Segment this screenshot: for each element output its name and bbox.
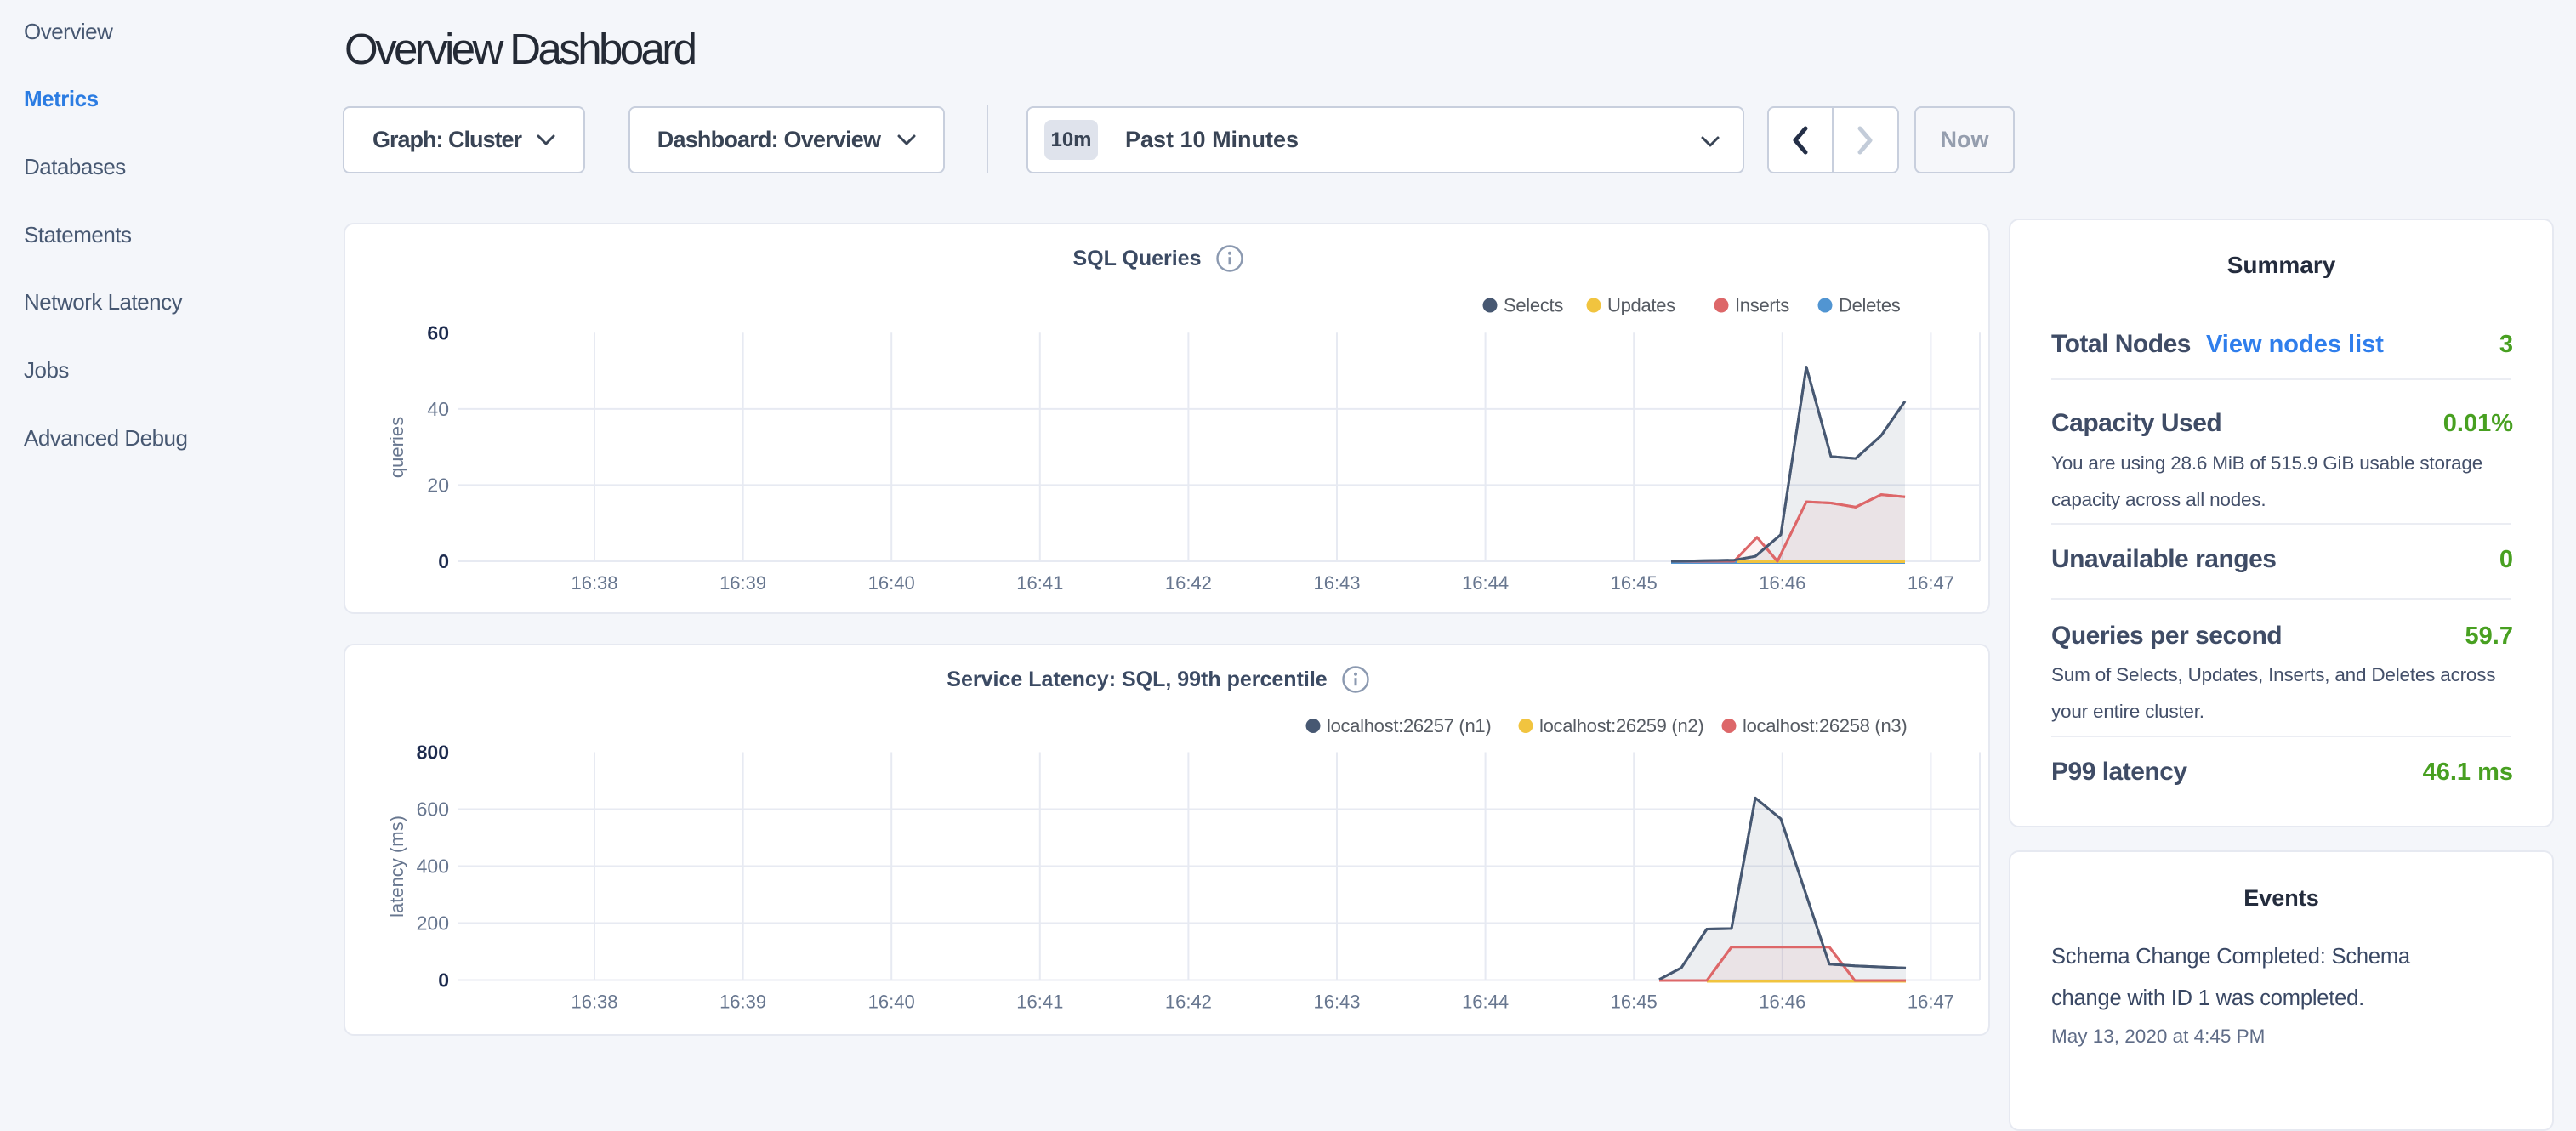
- svg-text:16:46: 16:46: [1759, 992, 1805, 1013]
- svg-text:localhost:26259 (n2): localhost:26259 (n2): [1539, 715, 1703, 736]
- svg-text:Updates: Updates: [1607, 295, 1675, 316]
- svg-text:0: 0: [438, 969, 449, 992]
- svg-text:20: 20: [427, 474, 449, 496]
- svg-text:16:47: 16:47: [1908, 572, 1954, 594]
- svg-text:800: 800: [417, 742, 449, 764]
- svg-text:16:41: 16:41: [1016, 572, 1063, 594]
- svg-text:16:40: 16:40: [868, 992, 915, 1013]
- svg-text:600: 600: [417, 799, 449, 821]
- svg-text:16:45: 16:45: [1611, 572, 1658, 594]
- svg-text:localhost:26257 (n1): localhost:26257 (n1): [1327, 715, 1491, 736]
- svg-text:16:38: 16:38: [571, 992, 617, 1013]
- svg-text:16:43: 16:43: [1313, 572, 1360, 594]
- svg-text:Selects: Selects: [1504, 295, 1563, 316]
- svg-text:Inserts: Inserts: [1735, 295, 1789, 316]
- svg-text:0: 0: [438, 550, 449, 572]
- svg-text:16:47: 16:47: [1908, 992, 1954, 1013]
- svg-text:latency (ms): latency (ms): [386, 816, 407, 918]
- svg-text:16:43: 16:43: [1313, 992, 1360, 1013]
- svg-text:16:38: 16:38: [571, 572, 617, 594]
- svg-text:16:44: 16:44: [1462, 992, 1509, 1013]
- svg-text:60: 60: [427, 321, 449, 344]
- svg-text:16:39: 16:39: [719, 992, 766, 1013]
- svg-text:400: 400: [417, 855, 449, 878]
- svg-text:16:41: 16:41: [1016, 992, 1063, 1013]
- svg-text:16:46: 16:46: [1759, 572, 1805, 594]
- svg-text:200: 200: [417, 912, 449, 935]
- svg-text:localhost:26258 (n3): localhost:26258 (n3): [1743, 715, 1907, 736]
- svg-text:16:40: 16:40: [868, 572, 915, 594]
- svg-text:16:42: 16:42: [1165, 992, 1212, 1013]
- svg-text:16:44: 16:44: [1462, 572, 1509, 594]
- svg-text:40: 40: [427, 398, 449, 420]
- svg-text:16:39: 16:39: [719, 572, 766, 594]
- svg-text:16:45: 16:45: [1611, 992, 1658, 1013]
- svg-text:queries: queries: [386, 417, 407, 478]
- svg-text:16:42: 16:42: [1165, 572, 1212, 594]
- svg-text:Deletes: Deletes: [1839, 295, 1901, 316]
